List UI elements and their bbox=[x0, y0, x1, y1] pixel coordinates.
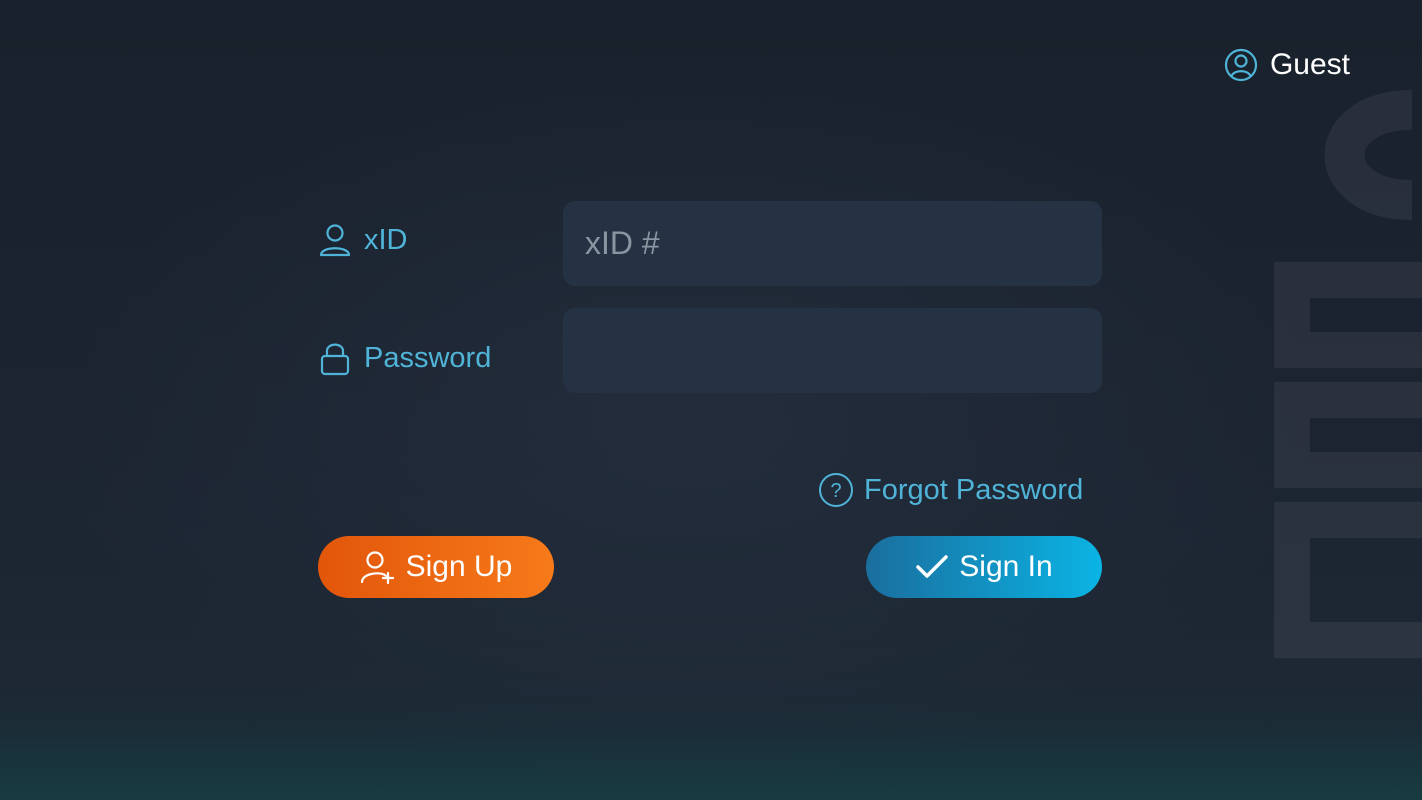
sign-up-button[interactable]: Sign Up bbox=[318, 536, 554, 598]
forgot-password-link[interactable]: ? Forgot Password bbox=[818, 472, 1083, 508]
sign-up-label: Sign Up bbox=[405, 550, 513, 583]
checkmark-icon bbox=[916, 555, 949, 578]
xid-label-text: xID bbox=[364, 223, 408, 256]
guest-account-button[interactable]: Guest bbox=[1224, 48, 1350, 82]
background-glow bbox=[0, 730, 1422, 800]
user-circle-icon bbox=[1224, 48, 1258, 82]
user-icon bbox=[319, 224, 351, 257]
add-user-icon bbox=[360, 551, 394, 585]
lock-icon bbox=[320, 343, 350, 376]
forgot-password-label: Forgot Password bbox=[864, 473, 1084, 506]
password-input[interactable] bbox=[563, 308, 1102, 393]
background-watermark bbox=[1274, 90, 1422, 658]
xid-label: xID bbox=[318, 222, 408, 258]
background bbox=[0, 0, 1422, 800]
sign-in-label: Sign In bbox=[959, 550, 1053, 583]
xid-input[interactable] bbox=[563, 201, 1102, 286]
help-circle-icon: ? bbox=[819, 473, 853, 507]
password-label: Password bbox=[318, 340, 491, 376]
password-label-text: Password bbox=[364, 341, 492, 374]
guest-label: Guest bbox=[1269, 48, 1350, 81]
sign-in-button[interactable]: Sign In bbox=[866, 536, 1102, 598]
svg-text:?: ? bbox=[830, 480, 841, 502]
